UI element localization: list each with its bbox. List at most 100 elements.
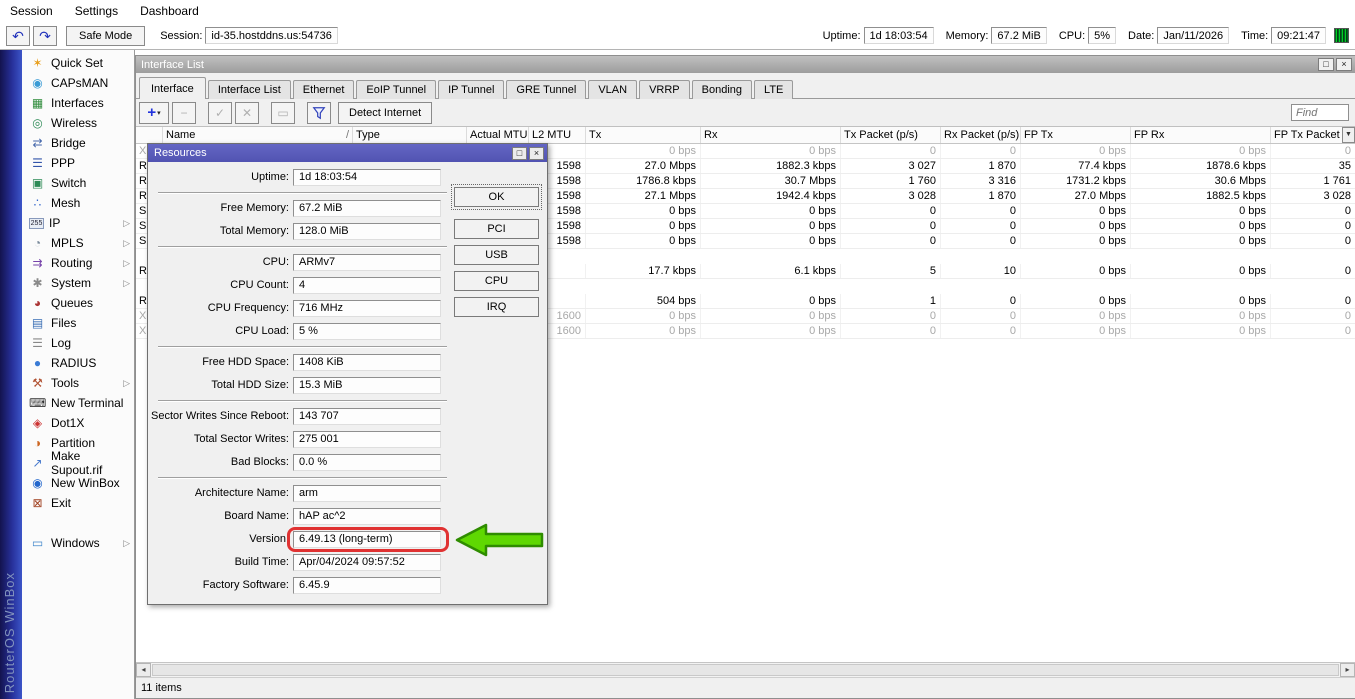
window-close-button[interactable]: × (1336, 58, 1352, 71)
column-header-tx[interactable]: Tx (586, 127, 701, 143)
detect-internet-button[interactable]: Detect Internet (338, 102, 432, 124)
window-title: Interface List (141, 59, 204, 71)
menu-dashboard[interactable]: Dashboard (140, 4, 199, 18)
sidebar-item-windows[interactable]: ▭Windows▷ (22, 533, 134, 553)
column-header-fp-tx[interactable]: FP Tx (1021, 127, 1131, 143)
tabbar: InterfaceInterface ListEthernetEoIP Tunn… (136, 73, 1355, 99)
sidebar-item-mesh[interactable]: ∴Mesh (22, 193, 134, 213)
sidebar-item-capsman[interactable]: ◉CAPsMAN (22, 73, 134, 93)
dialog-titlebar[interactable]: Resources □ × (148, 144, 547, 162)
column-header-actual-mtu[interactable]: Actual MTU (467, 127, 529, 143)
sidebar-item-new-winbox[interactable]: ◉New WinBox (22, 473, 134, 493)
windows-icon: ▭ (29, 536, 46, 550)
sidebar-item-tools[interactable]: ⚒Tools▷ (22, 373, 134, 393)
sidebar-item-label: Files (51, 316, 76, 330)
column-select-icon[interactable]: ▼ (1342, 127, 1355, 143)
pci-button[interactable]: PCI (454, 219, 539, 239)
field-value-free-memory[interactable]: 67.2 MiB (293, 200, 441, 217)
menu-session[interactable]: Session (10, 4, 53, 18)
field-value-total-memory[interactable]: 128.0 MiB (293, 223, 441, 240)
tab-lte[interactable]: LTE (754, 80, 793, 99)
sidebar-item-dot1x[interactable]: ◈Dot1X (22, 413, 134, 433)
scrollbar-thumb[interactable] (152, 664, 1339, 676)
sidebar-item-switch[interactable]: ▣Switch (22, 173, 134, 193)
field-value-total-sector-writes[interactable]: 275 001 (293, 431, 441, 448)
session-value[interactable]: id-35.hostddns.us:54736 (205, 27, 337, 44)
sidebar-item-files[interactable]: ▤ Files (22, 313, 134, 333)
column-header-l2-mtu[interactable]: L2 MTU (529, 127, 586, 143)
tab-interface[interactable]: Interface (139, 77, 206, 99)
table-cell: 17.7 kbps (586, 264, 701, 278)
field-value-architecture-name[interactable]: arm (293, 485, 441, 502)
sidebar-item-radius[interactable]: ●RADIUS (22, 353, 134, 373)
safe-mode-button[interactable]: Safe Mode (66, 26, 145, 46)
disable-button[interactable]: ✕ (235, 102, 259, 124)
find-input[interactable] (1291, 104, 1349, 121)
add-button[interactable]: + ▾ (139, 102, 169, 124)
sidebar-item-wireless[interactable]: ◎Wireless (22, 113, 134, 133)
menu-settings[interactable]: Settings (75, 4, 118, 18)
ok-button[interactable]: OK (454, 187, 539, 207)
tab-eoip-tunnel[interactable]: EoIP Tunnel (356, 80, 436, 99)
scroll-left-icon[interactable]: ◂ (136, 663, 151, 677)
remove-button[interactable]: − (172, 102, 196, 124)
dialog-restore-button[interactable]: □ (512, 147, 527, 160)
sidebar-item-ip[interactable]: 255IP▷ (22, 213, 134, 233)
dialog-close-button[interactable]: × (529, 147, 544, 160)
field-value-cpu-count[interactable]: 4 (293, 277, 441, 294)
field-value-factory-software[interactable]: 6.45.9 (293, 577, 441, 594)
tab-bonding[interactable]: Bonding (692, 80, 752, 99)
field-value-cpu-load[interactable]: 5 % (293, 323, 441, 340)
horizontal-scrollbar[interactable]: ◂ ▸ (136, 662, 1355, 677)
field-value-uptime[interactable]: 1d 18:03:54 (293, 169, 441, 186)
column-header-type[interactable]: Type (353, 127, 467, 143)
field-value-total-hdd-size[interactable]: 15.3 MiB (293, 377, 441, 394)
sidebar-item-quick-set[interactable]: ✶Quick Set (22, 53, 134, 73)
column-header-tx-packet-p-s[interactable]: Tx Packet (p/s) (841, 127, 941, 143)
cross-icon: ✕ (242, 106, 252, 120)
field-value-free-hdd-space[interactable]: 1408 KiB (293, 354, 441, 371)
window-restore-button[interactable]: □ (1318, 58, 1334, 71)
tab-interface-list[interactable]: Interface List (208, 80, 291, 99)
tab-ethernet[interactable]: Ethernet (293, 80, 355, 99)
field-value-bad-blocks[interactable]: 0.0 % (293, 454, 441, 471)
field-value-board-name[interactable]: hAP ac^2 (293, 508, 441, 525)
scroll-right-icon[interactable]: ▸ (1340, 663, 1355, 677)
column-header-rx-packet-p-s[interactable]: Rx Packet (p/s) (941, 127, 1021, 143)
tab-gre-tunnel[interactable]: GRE Tunnel (506, 80, 586, 99)
column-header-flags[interactable] (136, 127, 163, 143)
table-cell: 0 bps (1021, 204, 1131, 218)
field-value-build-time[interactable]: Apr/04/2024 09:57:52 (293, 554, 441, 571)
field-value-version[interactable]: 6.49.13 (long-term) (293, 531, 441, 548)
enable-button[interactable]: ✓ (208, 102, 232, 124)
column-header-name[interactable]: Name/ (163, 127, 353, 143)
filter-button[interactable] (307, 102, 331, 124)
sidebar-item-routing[interactable]: ⇉Routing▷ (22, 253, 134, 273)
cpu-button[interactable]: CPU (454, 271, 539, 291)
undo-button[interactable]: ↶ (6, 26, 30, 46)
irq-button[interactable]: IRQ (454, 297, 539, 317)
column-header-rx[interactable]: Rx (701, 127, 841, 143)
tab-ip-tunnel[interactable]: IP Tunnel (438, 80, 504, 99)
sidebar-item-system[interactable]: ✱System▷ (22, 273, 134, 293)
redo-button[interactable]: ↷ (33, 26, 57, 46)
sidebar-item-interfaces[interactable]: ▦Interfaces (22, 93, 134, 113)
window-titlebar[interactable]: Interface List □ × (136, 56, 1355, 73)
sidebar-item-make-supout-rif[interactable]: ↗Make Supout.rif (22, 453, 134, 473)
sidebar-item-bridge[interactable]: ⇄Bridge (22, 133, 134, 153)
sidebar-item-log[interactable]: ☰Log (22, 333, 134, 353)
sidebar-item-ppp[interactable]: ☰PPP (22, 153, 134, 173)
sidebar-item-mpls[interactable]: ◔MPLS▷ (22, 233, 134, 253)
sidebar-item-exit[interactable]: ⊠Exit (22, 493, 134, 513)
tab-vrrp[interactable]: VRRP (639, 80, 690, 99)
usb-button[interactable]: USB (454, 245, 539, 265)
field-value-sector-writes-since-reboot[interactable]: 143 707 (293, 408, 441, 425)
sidebar-item-new-terminal[interactable]: ⌨New Terminal (22, 393, 134, 413)
column-header-fp-rx[interactable]: FP Rx (1131, 127, 1271, 143)
sidebar-item-queues[interactable]: ◕Queues (22, 293, 134, 313)
files-icon: ▤ (29, 316, 46, 330)
tab-vlan[interactable]: VLAN (588, 80, 637, 99)
comment-button[interactable]: ▭ (271, 102, 295, 124)
field-value-cpu[interactable]: ARMv7 (293, 254, 441, 271)
field-value-cpu-frequency[interactable]: 716 MHz (293, 300, 441, 317)
